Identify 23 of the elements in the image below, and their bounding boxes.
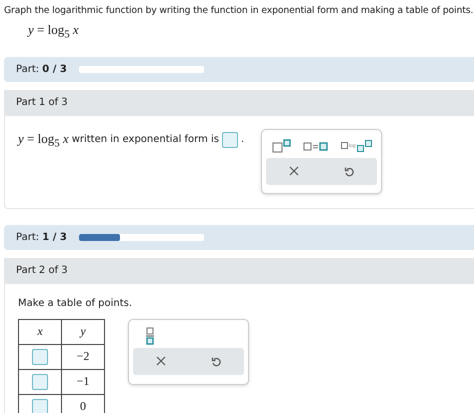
answer-box[interactable] [222, 132, 238, 148]
answer-box[interactable] [32, 374, 48, 390]
equation: y = log$_{5}$ x [18, 130, 69, 150]
part-label: Part: 1 / 3 [16, 232, 67, 243]
question-text: Graph the logarithmic function by writing the function in exponential form and making a table of points. [3, 4, 474, 16]
column-header: y [62, 319, 104, 344]
fraction-template-button[interactable] [143, 324, 157, 347]
answer-box[interactable] [32, 348, 48, 365]
close-icon [288, 166, 299, 176]
close-icon [156, 356, 166, 366]
answer-box[interactable] [32, 398, 48, 413]
part-heading: Part 2 of 3 [16, 265, 68, 276]
part-heading: Part 1 of 3 [16, 97, 68, 108]
period-text: . [241, 134, 244, 146]
undo-icon [344, 166, 354, 177]
equation: y = log$_{5}$ x [26, 21, 79, 41]
column-header: x [18, 319, 62, 344]
instruction-text: Make a table of points. [18, 298, 134, 309]
part-label: Part: 0 / 3 [16, 64, 67, 75]
table-cell: −2 [62, 344, 104, 370]
prompt-text: written in exponential form is [72, 134, 220, 146]
undo-icon [211, 356, 222, 367]
table-cell: −1 [62, 369, 104, 394]
